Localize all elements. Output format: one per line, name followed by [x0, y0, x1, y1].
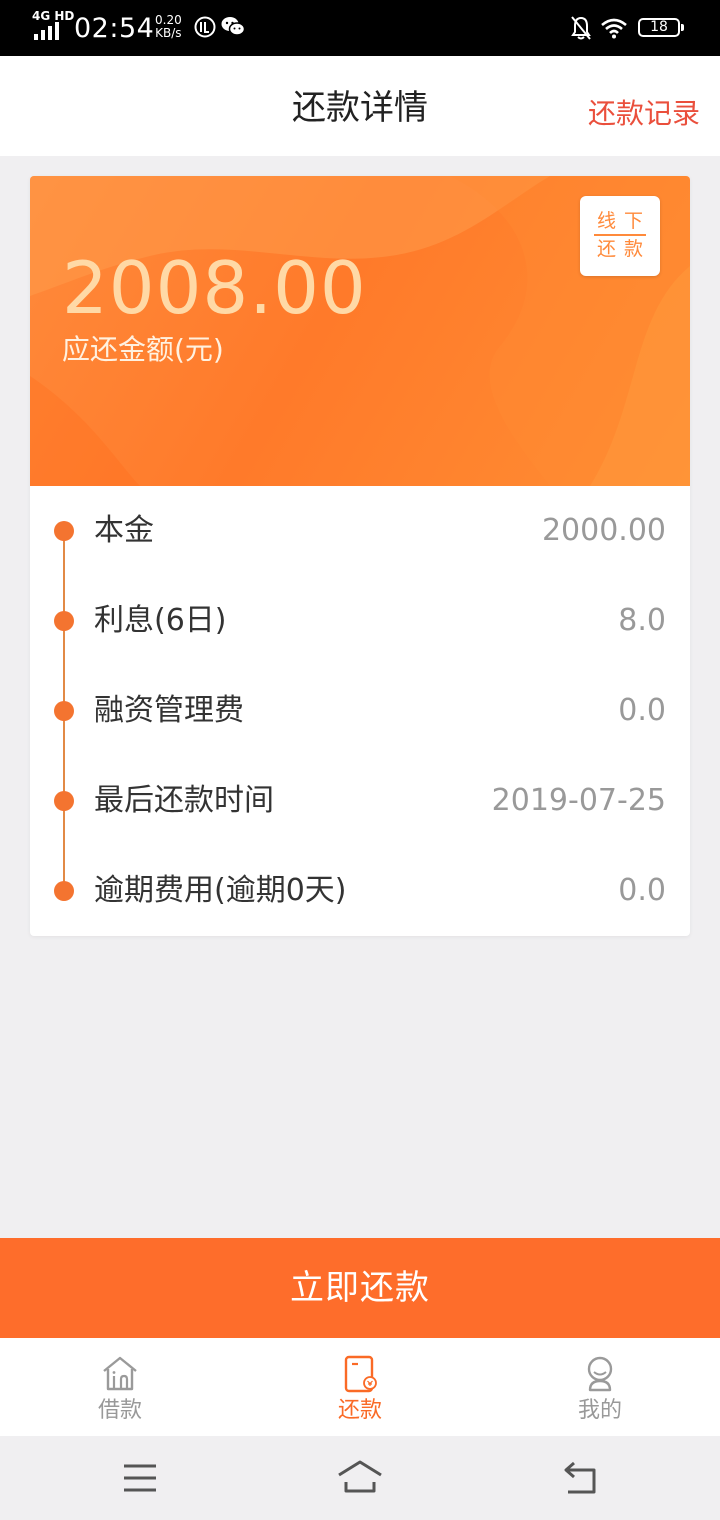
- tab-label: 我的: [577, 1398, 622, 1423]
- detail-value: 2000.00: [541, 513, 666, 548]
- tab-label: 还款: [337, 1398, 382, 1423]
- battery-indicator: 18: [638, 18, 684, 37]
- clock: 02:54: [74, 13, 155, 44]
- wifi-icon: [601, 18, 627, 39]
- timeline-dot: [54, 611, 74, 631]
- detail-label: 利息(6日): [94, 603, 227, 638]
- detail-row-principal: 本金 2000.00: [30, 486, 690, 576]
- profile-icon: [587, 1356, 613, 1392]
- repayment-records-link[interactable]: 还款记录: [588, 94, 700, 134]
- home-icon: [103, 1356, 137, 1391]
- status-bar: 4G HD 02:54 0.20 KB/s 18: [0, 0, 720, 56]
- speed-unit: KB/s: [155, 26, 182, 40]
- timeline-dot: [54, 521, 74, 541]
- timeline-dot: [54, 791, 74, 811]
- detail-label: 本金: [94, 513, 154, 548]
- notification-app-icon: [194, 16, 216, 38]
- detail-label: 融资管理费: [94, 693, 244, 728]
- network-type: 4G HD: [32, 9, 75, 23]
- bell-muted-icon: [571, 16, 591, 40]
- back-icon[interactable]: [560, 1460, 598, 1496]
- detail-value: 0.0: [618, 693, 666, 728]
- tab-borrow[interactable]: 借款: [0, 1338, 240, 1436]
- bottom-tab-bar: 借款 还款 我的: [0, 1338, 720, 1436]
- offline-repayment-button[interactable]: 线下 还款: [580, 196, 660, 276]
- tab-repay[interactable]: 还款: [240, 1338, 480, 1436]
- app-header: 还款详情 还款记录: [0, 56, 720, 156]
- detail-row-overdue-fee: 逾期费用(逾期0天) 0.0: [30, 846, 690, 936]
- home-nav-icon[interactable]: [336, 1458, 384, 1496]
- timeline-dot: [54, 701, 74, 721]
- amount-due: 2008.00: [62, 246, 367, 330]
- detail-row-interest: 利息(6日) 8.0: [30, 576, 690, 666]
- detail-label: 最后还款时间: [94, 783, 274, 818]
- offline-label-top: 线下: [596, 210, 651, 232]
- offline-label-bottom: 还款: [596, 238, 651, 260]
- detail-row-due-date: 最后还款时间 2019-07-25: [30, 756, 690, 846]
- repay-icon: [344, 1355, 377, 1393]
- amount-banner: 2008.00 应还金额(元) 线下 还款: [30, 176, 690, 486]
- wechat-icon: [221, 17, 245, 36]
- timeline-dot: [54, 881, 74, 901]
- system-navigation-bar: [0, 1436, 720, 1520]
- tab-mine[interactable]: 我的: [480, 1338, 720, 1436]
- detail-value: 2019-07-25: [491, 783, 666, 818]
- tab-label: 借款: [97, 1398, 142, 1423]
- pay-now-button[interactable]: 立即还款: [0, 1238, 720, 1338]
- detail-row-management-fee: 融资管理费 0.0: [30, 666, 690, 756]
- menu-icon[interactable]: [122, 1461, 158, 1495]
- detail-value: 8.0: [618, 603, 666, 638]
- amount-due-label: 应还金额(元): [62, 333, 224, 366]
- signal-icon: [34, 22, 59, 40]
- offline-divider: [594, 234, 646, 236]
- detail-label: 逾期费用(逾期0天): [94, 873, 347, 908]
- network-speed: 0.20 KB/s: [155, 14, 182, 40]
- repayment-detail-card: 2008.00 应还金额(元) 线下 还款 本金 2000.00 利息(6日) …: [30, 176, 690, 936]
- detail-value: 0.0: [618, 873, 666, 908]
